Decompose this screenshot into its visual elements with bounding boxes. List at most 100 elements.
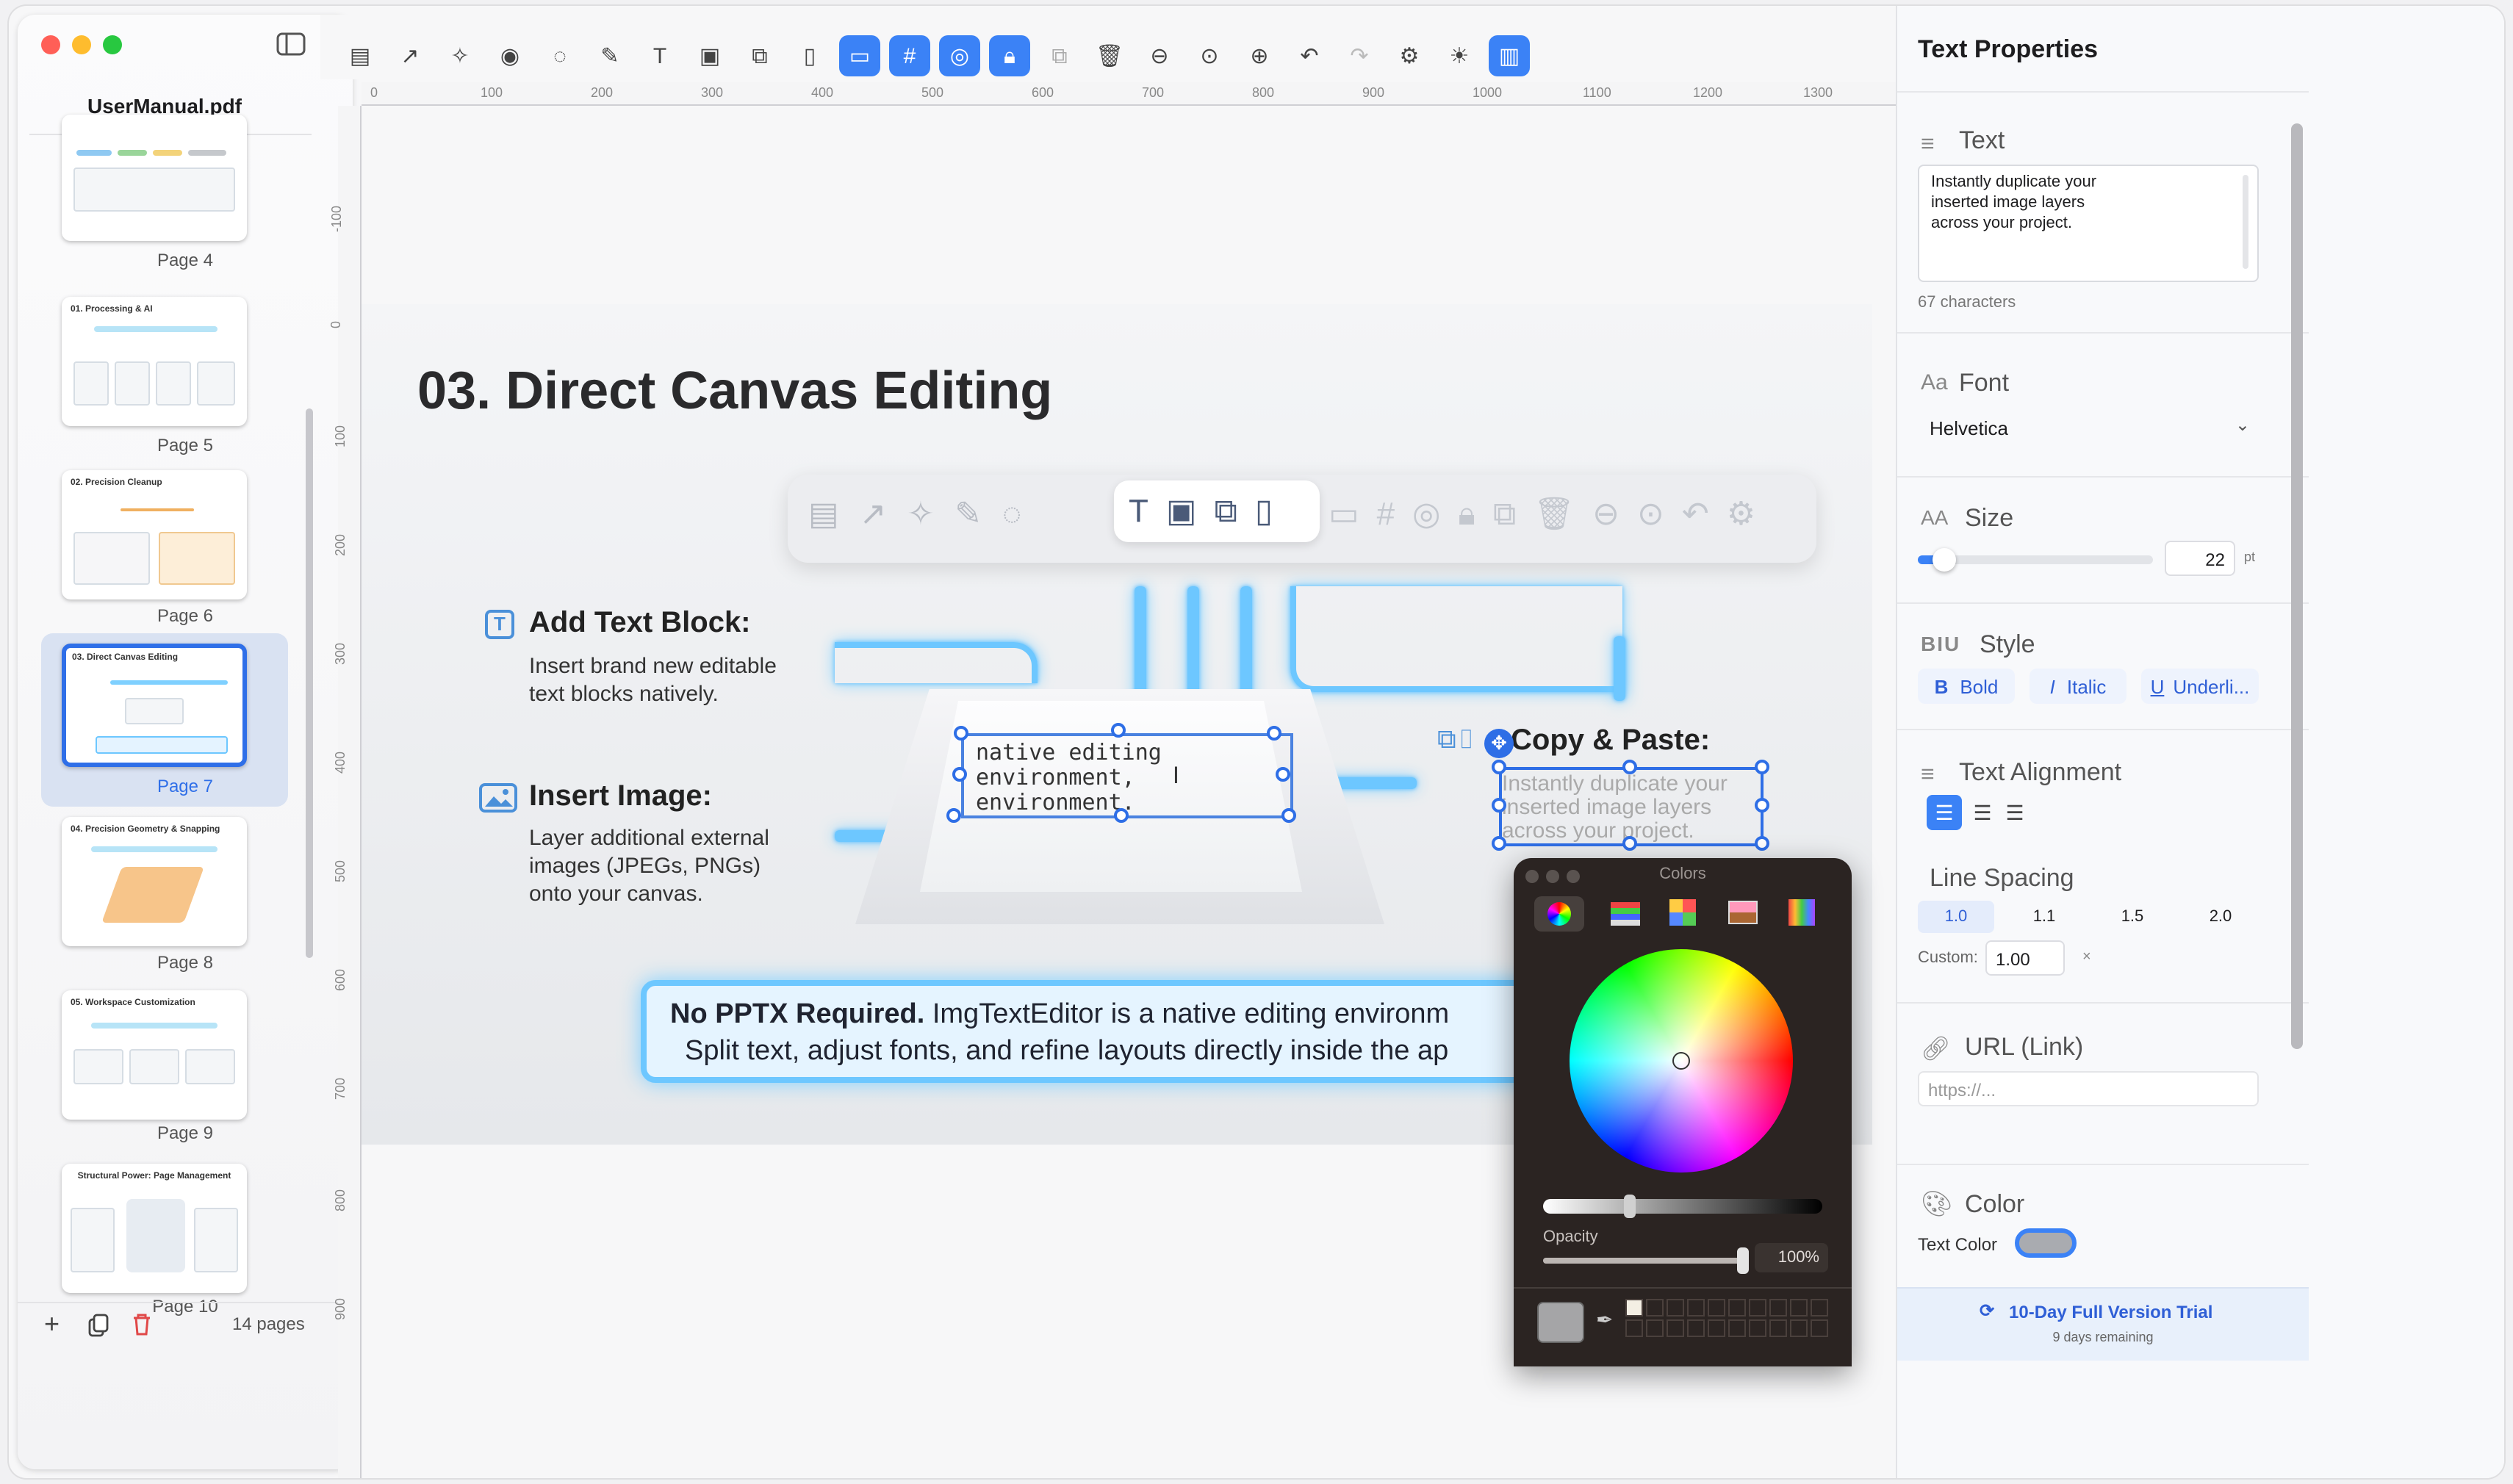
duplicate-page-icon[interactable] xyxy=(88,1314,109,1344)
align-right-button[interactable]: ☰ xyxy=(1997,795,2032,830)
resize-handle[interactable] xyxy=(1755,836,1769,851)
paste-icon[interactable]: ▯ xyxy=(789,35,830,76)
eyedropper-icon[interactable]: ✒ xyxy=(1596,1308,1613,1333)
brush-icon[interactable]: ✎ xyxy=(589,35,630,76)
brightness-slider-knob[interactable] xyxy=(1624,1195,1636,1218)
brightness-sun-icon[interactable]: ☀ xyxy=(1439,35,1480,76)
inspector-panel-icon[interactable]: ▥ xyxy=(1489,35,1530,76)
page-thumbnail-7[interactable]: 03. Direct Canvas Editing xyxy=(62,644,247,767)
size-slider-knob[interactable] xyxy=(1933,548,1957,572)
custom-spacing-clear[interactable]: × xyxy=(2082,949,2091,965)
panel-scrollbar[interactable] xyxy=(2291,123,2303,1049)
color-wheel-tab-icon[interactable] xyxy=(1547,902,1571,926)
resize-handle[interactable] xyxy=(1622,836,1637,851)
toggle-sidebar-icon[interactable] xyxy=(276,31,306,57)
divider xyxy=(1897,729,2309,730)
copy-icon[interactable]: ⧉ xyxy=(739,35,780,76)
line-spacing-1-0[interactable]: 1.0 xyxy=(1918,901,1994,933)
delete-page-icon[interactable] xyxy=(132,1314,151,1343)
resize-handle[interactable] xyxy=(954,726,968,741)
resize-handle[interactable] xyxy=(952,767,967,782)
page-thumbnail-10[interactable]: Structural Power: Page Management xyxy=(62,1164,247,1293)
url-input[interactable]: https://... xyxy=(1918,1071,2259,1106)
resize-handle[interactable] xyxy=(1755,798,1769,813)
undo-icon[interactable]: ↶ xyxy=(1289,35,1330,76)
color-palettes-tab-icon[interactable] xyxy=(1669,899,1696,926)
pencils-tab-icon[interactable] xyxy=(1788,899,1815,926)
page-thumbnail-8[interactable]: 04. Precision Geometry & Snapping xyxy=(62,817,247,946)
resize-handle[interactable] xyxy=(946,808,961,823)
custom-spacing-input[interactable]: 1.00 xyxy=(1985,940,2065,976)
settings-gear-icon[interactable]: ⚙ xyxy=(1389,35,1430,76)
ruler-label: 100 xyxy=(333,425,348,448)
grid-icon[interactable]: # xyxy=(889,35,930,76)
resize-handle[interactable] xyxy=(1492,760,1506,774)
page-thumbnail-5[interactable]: 01. Processing & AI xyxy=(62,297,247,426)
align-left-button[interactable]: ☰ xyxy=(1927,795,1962,830)
image-palettes-tab-icon[interactable] xyxy=(1728,901,1758,924)
duplicate-icon[interactable]: ⧉ xyxy=(1039,35,1080,76)
saved-swatches-grid[interactable] xyxy=(1625,1299,1846,1358)
redo-icon[interactable]: ↷ xyxy=(1339,35,1380,76)
move-handle-icon[interactable]: ✥ xyxy=(1484,729,1514,758)
text-field-scrollbar[interactable] xyxy=(2243,175,2248,269)
bold-button[interactable]: B Bold xyxy=(1918,669,2015,704)
line-spacing-1-5[interactable]: 1.5 xyxy=(2094,901,2171,933)
opacity-slider-knob[interactable] xyxy=(1737,1247,1749,1274)
zoom-in-icon[interactable]: ⊕ xyxy=(1239,35,1280,76)
selected-text-box[interactable]: Instantly duplicate your inserted image … xyxy=(1499,767,1764,846)
resize-handle[interactable] xyxy=(1622,760,1637,774)
snap-target-icon[interactable]: ◎ xyxy=(939,35,980,76)
trial-banner[interactable]: ⟳ 10-Day Full Version Trial 9 days remai… xyxy=(1897,1287,2309,1361)
color-sliders-tab-icon[interactable] xyxy=(1611,902,1640,926)
resize-handle[interactable] xyxy=(1267,726,1281,741)
align-center-button[interactable]: ☰ xyxy=(1965,795,2000,830)
trash-icon[interactable]: 🗑︎ xyxy=(1089,35,1130,76)
style-section-icon: BIU xyxy=(1921,632,1961,655)
opacity-slider[interactable] xyxy=(1543,1247,1749,1274)
text-box-selection[interactable]: native editing environment, environment.… xyxy=(961,733,1293,818)
lock-icon[interactable]: 🔒︎ xyxy=(989,35,1030,76)
line-spacing-1-1[interactable]: 1.1 xyxy=(2006,901,2082,933)
layers-icon[interactable]: ▤ xyxy=(339,35,381,76)
selected-color-swatch[interactable] xyxy=(1537,1302,1584,1343)
preview-eye-icon[interactable]: ◉ xyxy=(489,35,531,76)
add-text-icon[interactable]: T xyxy=(639,35,680,76)
resize-handle[interactable] xyxy=(1755,760,1769,774)
opacity-value[interactable]: 100% xyxy=(1755,1243,1828,1272)
color-wheel-cursor-icon[interactable] xyxy=(1672,1052,1690,1070)
font-select[interactable]: Helvetica ⌄ xyxy=(1918,408,2259,447)
add-page-icon[interactable]: + xyxy=(44,1309,60,1340)
brightness-slider[interactable] xyxy=(1543,1195,1822,1218)
ruler-icon[interactable]: ▭ xyxy=(839,35,880,76)
text-content-field[interactable]: Instantly duplicate your inserted image … xyxy=(1918,165,2259,282)
resize-handle[interactable] xyxy=(1114,808,1129,823)
line-spacing-2-0[interactable]: 2.0 xyxy=(2182,901,2259,933)
resize-handle[interactable] xyxy=(1492,798,1506,813)
color-wheel[interactable] xyxy=(1570,949,1793,1173)
resize-handle[interactable] xyxy=(1111,723,1126,738)
zoom-out-icon[interactable]: ⊖ xyxy=(1139,35,1180,76)
resize-handle[interactable] xyxy=(1276,767,1290,782)
resize-handle[interactable] xyxy=(1492,836,1506,851)
resize-handle[interactable] xyxy=(1281,808,1296,823)
minimize-window-button[interactable] xyxy=(72,35,91,54)
page-thumbnail-4[interactable] xyxy=(62,115,247,241)
export-icon[interactable]: ↗ xyxy=(389,35,431,76)
italic-button[interactable]: I Italic xyxy=(2030,669,2126,704)
size-slider[interactable] xyxy=(1918,548,2153,572)
zoom-fit-icon[interactable]: ⊙ xyxy=(1189,35,1230,76)
zoom-window-button[interactable] xyxy=(103,35,122,54)
magic-wand-icon[interactable]: ✧ xyxy=(439,35,481,76)
page-thumbnail-6[interactable]: 02. Precision Cleanup xyxy=(62,470,247,599)
sidebar-scrollbar[interactable] xyxy=(306,408,313,958)
close-window-button[interactable] xyxy=(41,35,60,54)
insert-image-icon[interactable]: ▣ xyxy=(689,35,730,76)
ruler-label: 1300 xyxy=(1803,85,1833,100)
divider xyxy=(1897,332,2309,334)
text-color-well[interactable] xyxy=(2015,1228,2077,1258)
size-input[interactable]: 22 xyxy=(2165,541,2235,576)
page-thumbnail-9[interactable]: 05. Workspace Customization xyxy=(62,990,247,1120)
lasso-icon[interactable]: ◌ xyxy=(539,35,580,76)
underline-button[interactable]: U Underli... xyxy=(2141,669,2259,704)
